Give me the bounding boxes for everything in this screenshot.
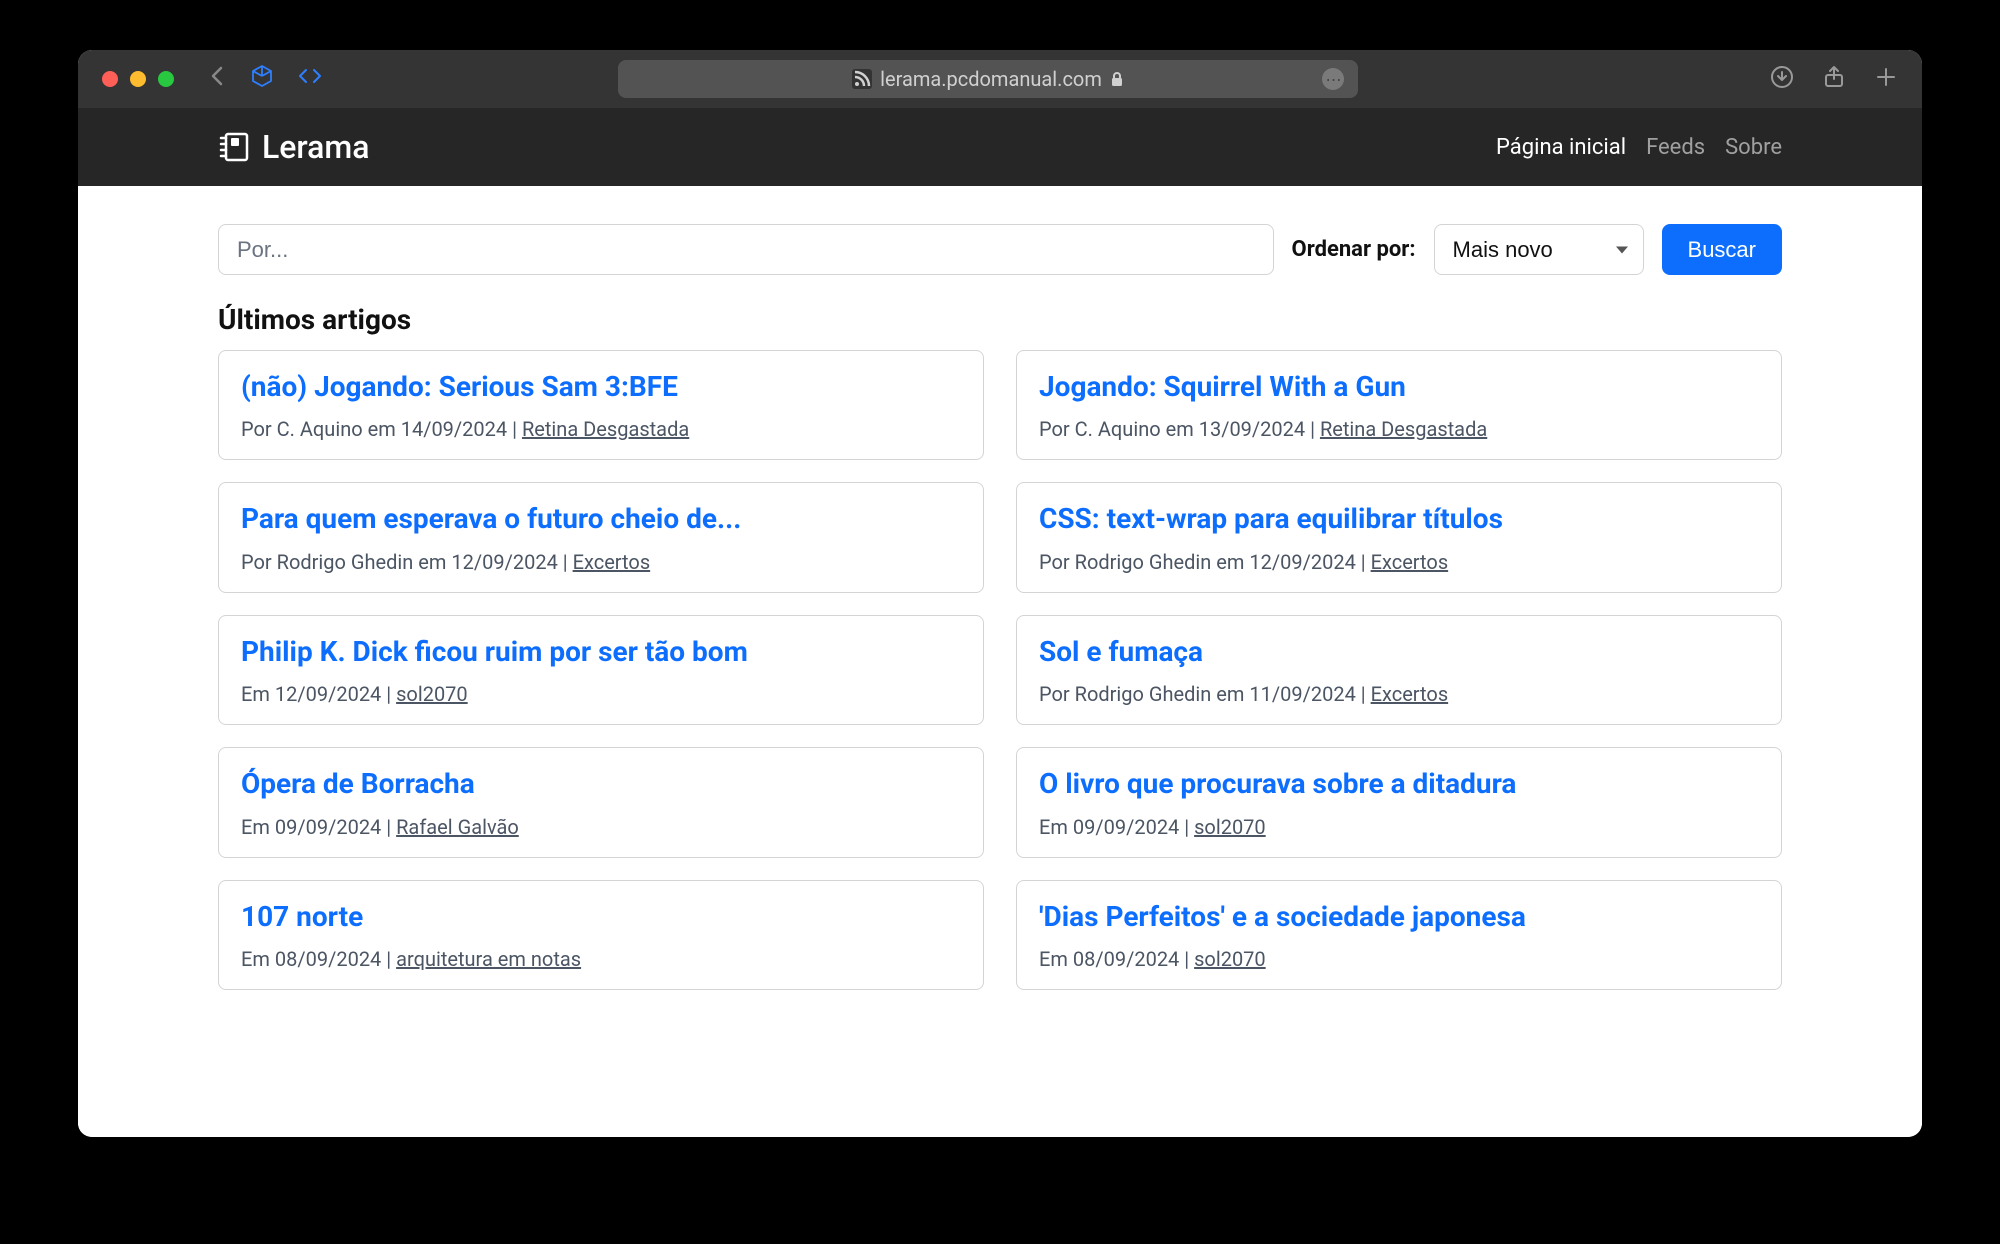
- browser-toolbar: lerama.pcdomanual.com ⋯: [78, 50, 1922, 108]
- page-content: Ordenar por: Mais novo Buscar Últimos ar…: [78, 186, 1922, 1137]
- search-input[interactable]: [218, 224, 1274, 275]
- article-meta: Por C. Aquino em 14/09/2024 | Retina Des…: [241, 417, 961, 441]
- lock-icon: [1110, 72, 1124, 86]
- article-source-link[interactable]: Retina Desgastada: [1320, 417, 1487, 441]
- downloads-icon[interactable]: [1770, 65, 1794, 93]
- close-window-button[interactable]: [102, 71, 118, 87]
- article-title-link[interactable]: CSS: text-wrap para equilibrar títulos: [1039, 501, 1759, 537]
- article-card: O livro que procurava sobre a ditadura E…: [1016, 747, 1782, 857]
- article-card: Ópera de Borracha Em 09/09/2024 | Rafael…: [218, 747, 984, 857]
- article-title-link[interactable]: 107 norte: [241, 899, 961, 935]
- article-title-link[interactable]: 'Dias Perfeitos' e a sociedade japonesa: [1039, 899, 1759, 935]
- url-text: lerama.pcdomanual.com: [880, 67, 1102, 91]
- article-meta: Em 08/09/2024 | arquitetura em notas: [241, 947, 961, 971]
- nav-home[interactable]: Página inicial: [1496, 135, 1626, 160]
- article-meta: Por C. Aquino em 13/09/2024 | Retina Des…: [1039, 417, 1759, 441]
- article-title-link[interactable]: Para quem esperava o futuro cheio de...: [241, 501, 961, 537]
- article-source-link[interactable]: sol2070: [396, 682, 468, 706]
- sort-label: Ordenar por:: [1292, 237, 1416, 262]
- article-card: Philip K. Dick ficou ruim por ser tão bo…: [218, 615, 984, 725]
- article-card: Para quem esperava o futuro cheio de... …: [218, 482, 984, 592]
- sort-select[interactable]: Mais novo: [1434, 224, 1644, 275]
- rss-icon: [852, 69, 872, 89]
- article-source-link[interactable]: Retina Desgastada: [522, 417, 689, 441]
- article-meta: Em 12/09/2024 | sol2070: [241, 682, 961, 706]
- more-icon[interactable]: ⋯: [1322, 68, 1344, 90]
- article-meta: Por Rodrigo Ghedin em 12/09/2024 | Excer…: [241, 550, 961, 574]
- article-card: CSS: text-wrap para equilibrar títulos P…: [1016, 482, 1782, 592]
- site-header: Lerama Página inicial Feeds Sobre: [78, 108, 1922, 186]
- article-card: (não) Jogando: Serious Sam 3:BFE Por C. …: [218, 350, 984, 460]
- article-title-link[interactable]: O livro que procurava sobre a ditadura: [1039, 766, 1759, 802]
- sort-select-wrapper: Mais novo: [1434, 224, 1644, 275]
- article-source-link[interactable]: arquitetura em notas: [396, 947, 581, 971]
- article-title-link[interactable]: Ópera de Borracha: [241, 766, 961, 802]
- browser-right-icons: [1770, 65, 1898, 93]
- article-card: 'Dias Perfeitos' e a sociedade japonesa …: [1016, 880, 1782, 990]
- article-card: 107 norte Em 08/09/2024 | arquitetura em…: [218, 880, 984, 990]
- article-meta: Por Rodrigo Ghedin em 12/09/2024 | Excer…: [1039, 550, 1759, 574]
- article-source-link[interactable]: sol2070: [1194, 815, 1266, 839]
- article-card: Sol e fumaça Por Rodrigo Ghedin em 11/09…: [1016, 615, 1782, 725]
- article-meta: Em 09/09/2024 | Rafael Galvão: [241, 815, 961, 839]
- browser-nav: [210, 64, 322, 94]
- article-title-link[interactable]: (não) Jogando: Serious Sam 3:BFE: [241, 369, 961, 405]
- article-meta: Por Rodrigo Ghedin em 11/09/2024 | Excer…: [1039, 682, 1759, 706]
- article-card: Jogando: Squirrel With a Gun Por C. Aqui…: [1016, 350, 1782, 460]
- article-title-link[interactable]: Jogando: Squirrel With a Gun: [1039, 369, 1759, 405]
- box-icon[interactable]: [250, 64, 274, 94]
- logo-icon: [218, 131, 250, 163]
- article-title-link[interactable]: Sol e fumaça: [1039, 634, 1759, 670]
- code-icon[interactable]: [298, 64, 322, 94]
- traffic-lights: [102, 71, 174, 87]
- article-source-link[interactable]: Excertos: [1371, 682, 1449, 706]
- article-meta: Em 09/09/2024 | sol2070: [1039, 815, 1759, 839]
- site-logo[interactable]: Lerama: [218, 128, 370, 166]
- article-source-link[interactable]: Excertos: [573, 550, 651, 574]
- article-source-link[interactable]: Excertos: [1371, 550, 1449, 574]
- site-nav: Página inicial Feeds Sobre: [1496, 135, 1782, 160]
- share-icon[interactable]: [1822, 65, 1846, 93]
- search-button[interactable]: Buscar: [1662, 224, 1782, 275]
- article-source-link[interactable]: sol2070: [1194, 947, 1266, 971]
- search-row: Ordenar por: Mais novo Buscar: [218, 224, 1782, 275]
- back-button[interactable]: [210, 64, 226, 94]
- nav-about[interactable]: Sobre: [1725, 135, 1782, 160]
- maximize-window-button[interactable]: [158, 71, 174, 87]
- url-bar[interactable]: lerama.pcdomanual.com ⋯: [618, 60, 1358, 98]
- article-meta: Em 08/09/2024 | sol2070: [1039, 947, 1759, 971]
- article-title-link[interactable]: Philip K. Dick ficou ruim por ser tão bo…: [241, 634, 961, 670]
- new-tab-icon[interactable]: [1874, 65, 1898, 93]
- site-brand-text: Lerama: [262, 128, 370, 166]
- minimize-window-button[interactable]: [130, 71, 146, 87]
- browser-window: lerama.pcdomanual.com ⋯: [78, 50, 1922, 1137]
- articles-grid: (não) Jogando: Serious Sam 3:BFE Por C. …: [218, 350, 1782, 990]
- article-source-link[interactable]: Rafael Galvão: [396, 815, 519, 839]
- section-title: Últimos artigos: [218, 303, 1782, 336]
- nav-feeds[interactable]: Feeds: [1646, 135, 1705, 160]
